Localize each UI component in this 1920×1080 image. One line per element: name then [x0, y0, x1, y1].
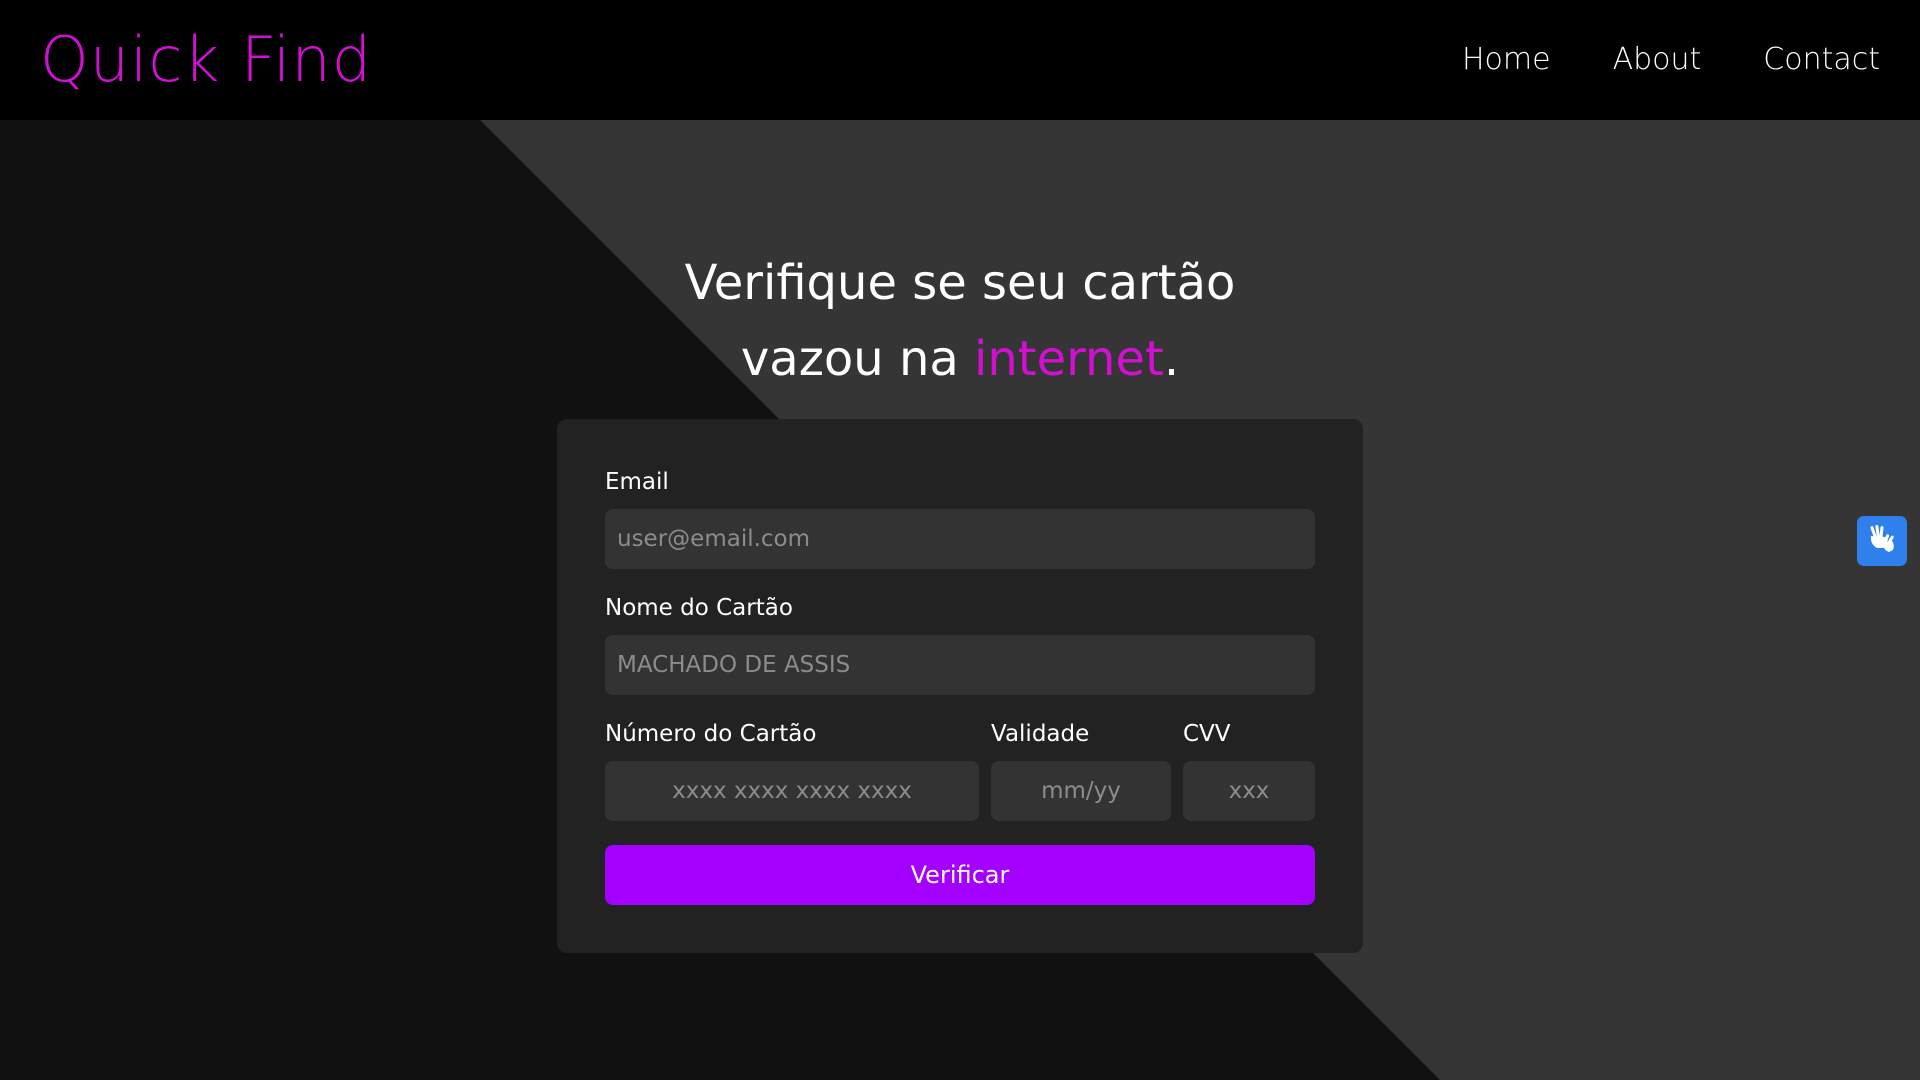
- card-number-field[interactable]: [605, 761, 979, 821]
- navbar: Quick Find Home About Contact: [0, 0, 1920, 120]
- card-name-field[interactable]: [605, 635, 1315, 695]
- nav-link-about[interactable]: About: [1613, 40, 1702, 80]
- cvv-label: CVV: [1183, 721, 1231, 747]
- email-field[interactable]: [605, 509, 1315, 569]
- card-name-label: Nome do Cartão: [605, 595, 793, 621]
- card-number-label: Número do Cartão: [605, 721, 817, 747]
- accessibility-widget-button[interactable]: [1857, 516, 1907, 566]
- hero-line-1: Verifique se seu cartão: [684, 255, 1236, 311]
- card-check-form: Email Nome do Cartão Número do Cartão Va…: [557, 419, 1363, 953]
- expiry-field[interactable]: [991, 761, 1171, 821]
- logo[interactable]: Quick Find: [40, 24, 372, 96]
- hero-heading: Verifique se seu cartão vazou na interne…: [0, 245, 1920, 397]
- expiry-label: Validade: [991, 721, 1090, 747]
- hero-accent-word: internet: [974, 331, 1164, 387]
- nav-link-contact[interactable]: Contact: [1763, 40, 1880, 80]
- hero-line-2-suffix: .: [1163, 331, 1180, 387]
- hero-line-2-prefix: vazou na: [740, 331, 975, 387]
- verify-button[interactable]: Verificar: [605, 845, 1315, 905]
- sign-language-hands-icon: [1865, 522, 1899, 560]
- email-label: Email: [605, 469, 669, 495]
- nav-link-home[interactable]: Home: [1462, 40, 1551, 80]
- cvv-field[interactable]: [1183, 761, 1315, 821]
- nav-links: Home About Contact: [1462, 40, 1880, 80]
